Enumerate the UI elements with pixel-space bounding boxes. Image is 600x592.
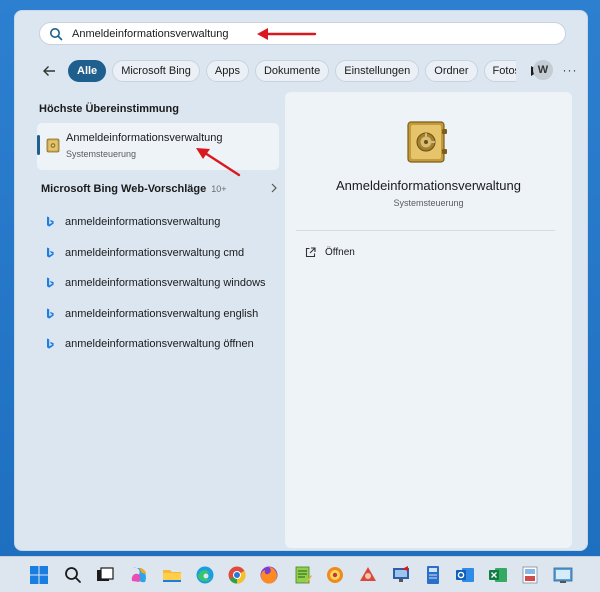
- bing-icon: [47, 308, 54, 319]
- list-item[interactable]: anmeldeinformationsverwaltung cmd: [45, 238, 275, 269]
- suggestion-text: anmeldeinformationsverwaltung english: [65, 307, 259, 320]
- app-icon[interactable]: [325, 565, 345, 585]
- suggestion-text: anmeldeinformationsverwaltung: [65, 216, 221, 229]
- copilot-icon[interactable]: [129, 565, 149, 585]
- file-explorer-icon[interactable]: [162, 565, 182, 585]
- search-panel: Anmeldeinformationsverwaltung Alle Micro…: [14, 10, 588, 551]
- filter-bar: Alle Microsoft Bing Apps Dokumente Einst…: [39, 60, 579, 82]
- open-action[interactable]: Öffnen: [305, 245, 355, 259]
- bing-suggestions-header[interactable]: Microsoft Bing Web-Vorschläge 10+: [41, 182, 277, 196]
- suggestion-text: anmeldeinformationsverwaltung cmd: [65, 246, 245, 259]
- best-match-subtitle: Systemsteuerung: [66, 149, 137, 159]
- list-item[interactable]: anmeldeinformationsverwaltung windows: [45, 268, 275, 299]
- list-item[interactable]: anmeldeinformationsverwaltung öffnen: [45, 329, 275, 360]
- task-view-icon[interactable]: [95, 565, 115, 585]
- chevron-right-icon: [271, 183, 277, 193]
- chrome-icon[interactable]: [227, 565, 247, 585]
- list-item[interactable]: anmeldeinformationsverwaltung: [45, 207, 275, 238]
- more-options-button[interactable]: ···: [560, 60, 580, 80]
- divider: [296, 230, 555, 231]
- annotation-arrow: [257, 28, 317, 40]
- app-icon[interactable]: [520, 565, 540, 585]
- notepad-icon[interactable]: [293, 565, 313, 585]
- suggestion-text: anmeldeinformationsverwaltung öffnen: [65, 338, 254, 351]
- selection-indicator: [37, 135, 40, 155]
- taskbar: [0, 556, 600, 592]
- back-button[interactable]: [39, 61, 59, 81]
- outlook-icon[interactable]: [455, 565, 475, 585]
- bing-icon: [47, 247, 54, 258]
- detail-title: Anmeldeinformationsverwaltung: [336, 178, 521, 193]
- app-icon[interactable]: [423, 565, 443, 585]
- open-label: Öffnen: [325, 246, 355, 258]
- app-icon[interactable]: [358, 565, 378, 585]
- detail-subtitle: Systemsteuerung: [393, 198, 464, 208]
- filter-chip-settings[interactable]: Einstellungen: [335, 60, 420, 82]
- filter-chip-all[interactable]: Alle: [68, 60, 107, 82]
- bing-icon: [47, 216, 54, 227]
- credential-manager-icon: [407, 121, 447, 163]
- filter-chip-folders[interactable]: Ordner: [425, 60, 478, 82]
- bing-suggestion-list: anmeldeinformationsverwaltung anmeldeinf…: [45, 207, 275, 360]
- best-match-title: Anmeldeinformationsverwaltung: [66, 132, 223, 144]
- detail-pane: Anmeldeinformationsverwaltung Systemsteu…: [285, 92, 572, 548]
- credential-manager-icon: [46, 138, 60, 153]
- app-icon[interactable]: [553, 565, 573, 585]
- firefox-icon[interactable]: [259, 565, 279, 585]
- excel-icon[interactable]: [488, 565, 508, 585]
- annotation-arrow: [196, 148, 241, 177]
- list-item[interactable]: anmeldeinformationsverwaltung english: [45, 299, 275, 330]
- bing-icon: [47, 338, 54, 349]
- suggestion-text: anmeldeinformationsverwaltung windows: [65, 277, 266, 290]
- avatar[interactable]: W: [533, 60, 553, 80]
- filter-chip-apps[interactable]: Apps: [205, 60, 249, 82]
- open-external-icon: [305, 246, 316, 257]
- bing-icon: [47, 277, 54, 288]
- edge-icon[interactable]: [195, 565, 215, 585]
- filter-chip-photos[interactable]: Fotos: [483, 60, 516, 82]
- filter-chip-bing[interactable]: Microsoft Bing: [112, 60, 200, 82]
- start-icon[interactable]: [29, 565, 49, 585]
- filter-chip-documents[interactable]: Dokumente: [254, 60, 330, 82]
- back-arrow-icon: [43, 66, 55, 76]
- search-icon: [50, 27, 63, 40]
- bing-suggestions-count: 10+: [211, 184, 227, 194]
- app-icon[interactable]: [391, 565, 411, 585]
- bing-suggestions-heading: Microsoft Bing Web-Vorschläge: [41, 183, 207, 195]
- search-query-text: Anmeldeinformationsverwaltung: [72, 27, 229, 40]
- search-icon[interactable]: [63, 565, 83, 585]
- best-match-heading: Höchste Übereinstimmung: [39, 103, 179, 115]
